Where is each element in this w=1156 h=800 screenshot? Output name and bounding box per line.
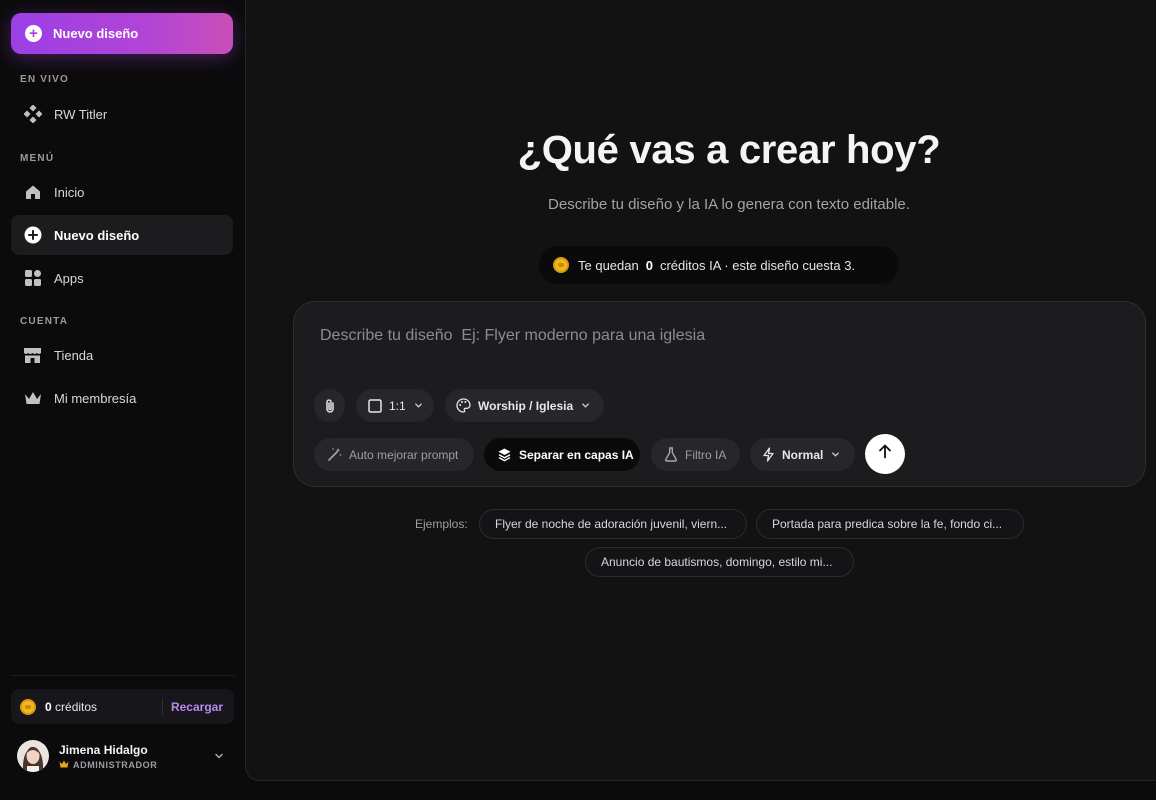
user-menu[interactable]: Jimena Hidalgo ADMINISTRADOR: [11, 736, 234, 776]
store-icon: [23, 346, 42, 365]
sidebar-item-inicio[interactable]: Inicio: [11, 172, 233, 212]
sidebar-item-apps[interactable]: Apps: [11, 258, 233, 298]
send-button[interactable]: [865, 434, 905, 474]
sidebar-item-label: Mi membresía: [54, 390, 137, 406]
user-role: ADMINISTRADOR: [59, 760, 157, 770]
sidebar-item-membresia[interactable]: Mi membresía: [11, 378, 233, 418]
chevron-down-icon: [414, 401, 423, 410]
credits-notice-suffix: créditos IA · este diseño cuesta 3.: [659, 257, 856, 273]
aspect-ratio-select[interactable]: 1:1: [356, 389, 434, 422]
coin-icon: [20, 698, 36, 715]
ai-filter-toggle[interactable]: Filtro IA: [651, 438, 740, 471]
prompt-input[interactable]: [320, 324, 1100, 348]
prompt-card: 1:1 Worship / Iglesia Auto mejorar promp…: [293, 301, 1146, 487]
user-name: Jimena Hidalgo: [59, 742, 148, 757]
avatar: [17, 740, 49, 772]
plus-circle-icon: [23, 226, 42, 245]
section-title-menu: MENÚ: [20, 153, 55, 164]
arrow-up-icon: [878, 444, 892, 464]
mode-select[interactable]: Normal: [750, 438, 855, 471]
sidebar-item-tienda[interactable]: Tienda: [11, 335, 233, 375]
plus-icon: +: [25, 25, 42, 42]
example-chip[interactable]: Anuncio de bautismos, domingo, estilo mi…: [585, 547, 854, 577]
sidebar-item-label: Nuevo diseño: [54, 227, 140, 243]
auto-improve-label: Auto mejorar prompt: [349, 447, 459, 462]
sidebar-item-label: Apps: [54, 270, 84, 286]
chevron-down-icon: [214, 748, 224, 766]
sidebar-item-label: Tienda: [54, 347, 94, 363]
separate-layers-toggle[interactable]: Separar en capas IA: [484, 438, 640, 471]
user-role-label: ADMINISTRADOR: [73, 759, 158, 770]
layers-label: Separar en capas IA: [519, 447, 634, 462]
page-title: ¿Qué vas a crear hoy?: [517, 128, 941, 172]
main-panel: ¿Qué vas a crear hoy? Describe tu diseño…: [245, 0, 1156, 781]
sidebar-item-rw-titler[interactable]: RW Titler: [11, 94, 233, 134]
credits-count: 0: [45, 699, 52, 714]
chevron-down-icon: [831, 450, 840, 459]
layers-icon: [497, 447, 512, 462]
sidebar-divider: [11, 675, 235, 676]
credits-notice-prefix: Te quedan: [578, 257, 639, 273]
user-info: Jimena Hidalgo ADMINISTRADOR: [59, 743, 157, 770]
aspect-ratio-value: 1:1: [389, 398, 406, 413]
new-design-label: Nuevo diseño: [53, 26, 139, 41]
example-chip[interactable]: Portada para predica sobre la fe, fondo …: [756, 509, 1024, 539]
page-subtitle: Describe tu diseño y la IA lo genera con…: [548, 196, 910, 213]
sidebar-item-label: Inicio: [54, 184, 85, 200]
apps-grid-icon: [23, 269, 42, 288]
section-title-account: CUENTA: [20, 316, 69, 327]
square-icon: [368, 398, 382, 413]
section-title-live: EN VIVO: [20, 74, 69, 85]
paperclip-icon: [323, 398, 337, 414]
credits-separator: [162, 698, 163, 715]
style-value: Worship / Iglesia: [478, 398, 574, 413]
sidebar-item-label: RW Titler: [54, 106, 108, 122]
crown-icon: [23, 389, 42, 408]
examples-label: Ejemplos:: [415, 517, 468, 531]
style-select[interactable]: Worship / Iglesia: [445, 389, 604, 422]
new-design-button[interactable]: + Nuevo diseño: [11, 13, 233, 54]
recharge-link[interactable]: Recargar: [171, 700, 223, 714]
ai-filter-label: Filtro IA: [685, 447, 727, 462]
coin-icon: [553, 257, 569, 273]
credits-notice-amount: 0: [645, 257, 653, 273]
attach-button[interactable]: [314, 389, 345, 422]
chevron-down-icon: [581, 401, 590, 410]
crown-icon: [59, 760, 69, 770]
mode-value: Normal: [782, 447, 824, 462]
sidebar-item-nuevo-diseno[interactable]: Nuevo diseño: [11, 215, 233, 255]
palette-icon: [456, 398, 471, 413]
credits-amount: 0 créditos: [45, 700, 97, 714]
sidebar-credits: 0 créditos Recargar: [11, 689, 234, 724]
flask-icon: [664, 447, 678, 462]
home-icon: [23, 183, 42, 202]
credits-notice: Te quedan 0 créditos IA · este diseño cu…: [539, 246, 899, 284]
sidebar: + Nuevo diseño EN VIVO RW Titler MENÚ In…: [0, 0, 245, 800]
example-chip[interactable]: Flyer de noche de adoración juvenil, vie…: [479, 509, 747, 539]
lightning-icon: [762, 447, 775, 462]
magic-wand-icon: [327, 447, 342, 462]
diamond-grid-icon: [23, 105, 42, 124]
credits-label: créditos: [55, 699, 98, 714]
auto-improve-toggle[interactable]: Auto mejorar prompt: [314, 438, 474, 471]
